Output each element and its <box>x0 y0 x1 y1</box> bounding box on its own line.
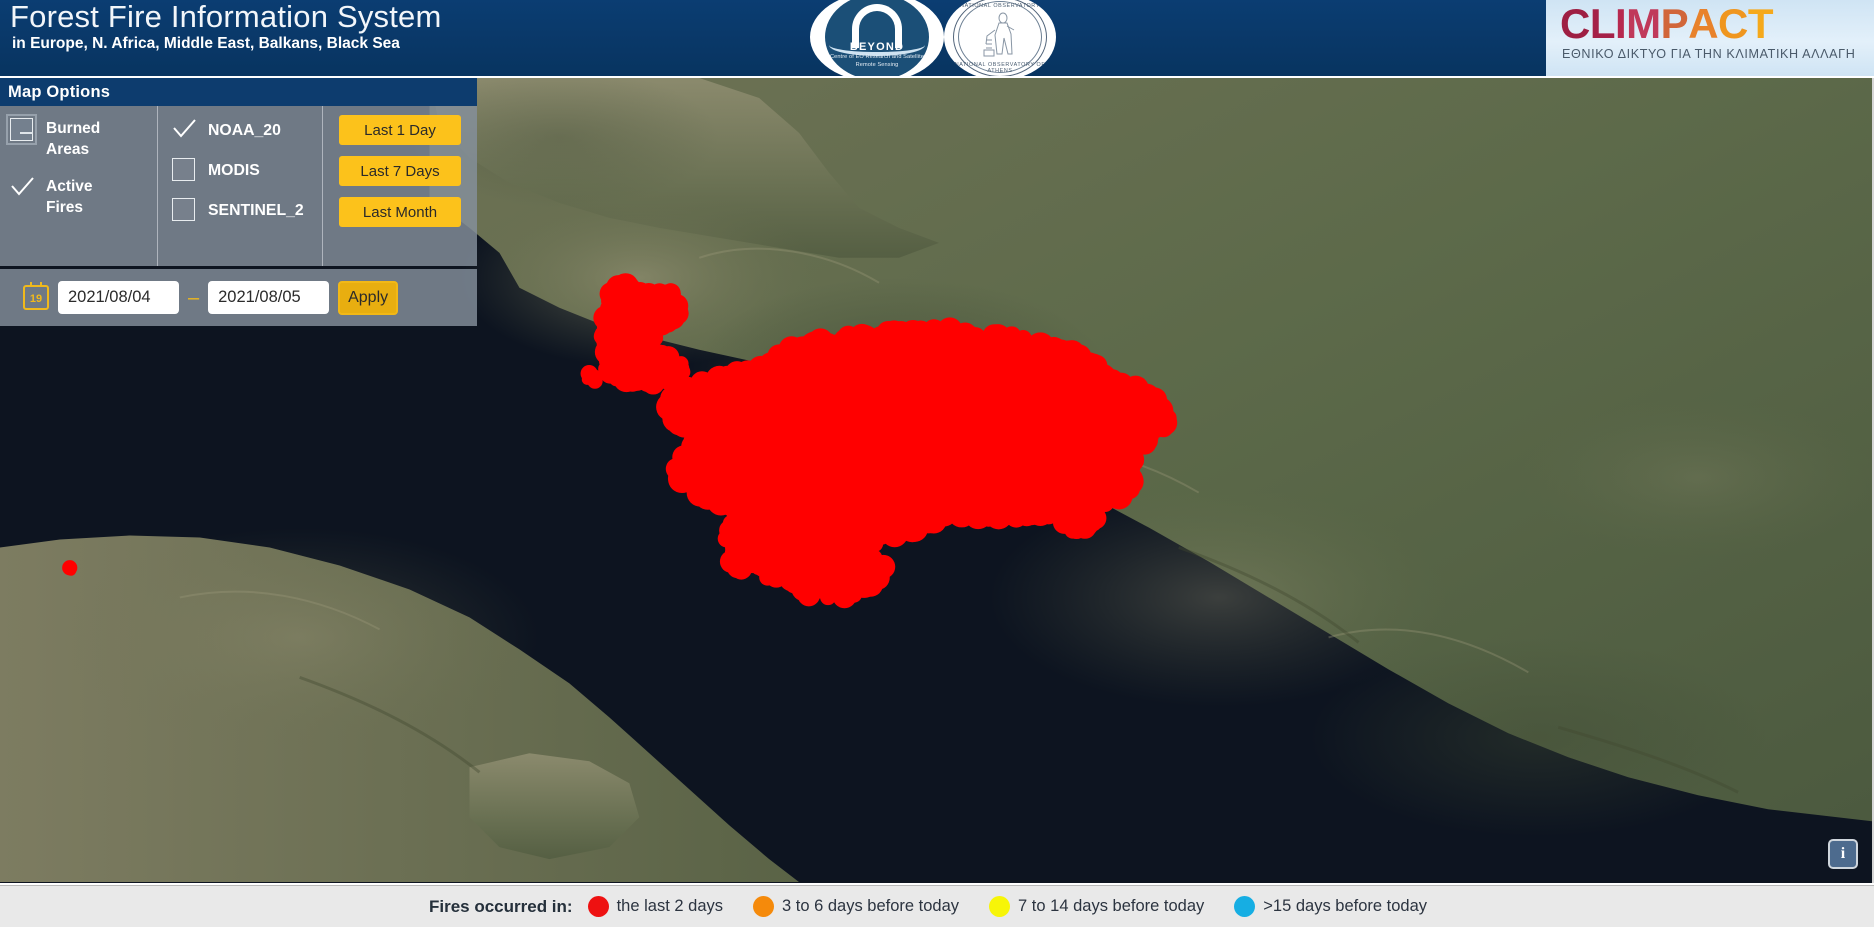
climpact-logo-subtitle: ΕΘΝΙΚΟ ΔΙΚΤΥΟ ΓΙΑ ΤΗΝ ΚΛΙΜΑΤΙΚΗ ΑΛΛΑΓΗ <box>1562 47 1855 61</box>
climpact-logo-word: CLIMPACT <box>1560 1 1773 47</box>
quick-range-column: Last 1 Day Last 7 Days Last Month <box>323 106 477 266</box>
map-viewport[interactable]: Map Options Burned Areas <box>0 78 1874 883</box>
end-date-input[interactable] <box>208 281 329 314</box>
date-range-bar[interactable]: 19 – Apply <box>0 269 477 326</box>
legend-label-over-15-days: >15 days before today <box>1263 897 1427 916</box>
legend-label-3-to-6-days: 3 to 6 days before today <box>782 897 959 916</box>
sensors-column: NOAA_20 MODIS SENTINEL_2 <box>157 106 323 266</box>
sensor-toggle-modis[interactable]: MODIS <box>168 156 322 186</box>
checkbox-burned-areas[interactable] <box>6 116 36 146</box>
climpact-letter: P <box>1661 1 1689 47</box>
legend-label-7-to-14-days: 7 to 14 days before today <box>1018 897 1204 916</box>
date-range-separator: – <box>188 288 199 308</box>
checkbox-empty-icon <box>172 158 195 181</box>
legend-item-3-to-6-days: 3 to 6 days before today <box>753 896 959 917</box>
beyond-logo-tagline: Centre of EO Research and Satellite Remo… <box>825 54 929 69</box>
quick-range-last-month[interactable]: Last Month <box>339 197 461 227</box>
beyond-logo: BEYOND Centre of EO Research and Satelli… <box>810 0 944 76</box>
sensor-label-sentinel-2: SENTINEL_2 <box>208 196 304 226</box>
layer-toggle-active-fires[interactable]: Active Fires <box>6 174 157 218</box>
checkbox-sentinel-2[interactable] <box>168 196 198 226</box>
climpact-letter: T <box>1748 1 1773 47</box>
checkmark-icon <box>9 174 35 200</box>
noa-top-text: NATIONAL OBSERVATORY <box>944 3 1056 9</box>
checkbox-empty-icon <box>172 198 195 221</box>
climpact-letter: I <box>1615 1 1626 47</box>
legend-item-last-2-days: the last 2 days <box>588 896 723 917</box>
climpact-letter: C <box>1718 1 1748 47</box>
legend-label-last-2-days: the last 2 days <box>617 897 723 916</box>
legend-item-7-to-14-days: 7 to 14 days before today <box>989 896 1204 917</box>
calendar-icon[interactable]: 19 <box>23 285 49 310</box>
page-subtitle: in Europe, N. Africa, Middle East, Balka… <box>10 34 442 54</box>
checkbox-dash-icon <box>10 118 33 141</box>
noa-seal-logo: NATIONAL OBSERVATORY NATIONAL OBSERVATOR… <box>944 0 1056 76</box>
legend-color-swatch-yellow <box>989 896 1010 917</box>
quick-range-last-7-days[interactable]: Last 7 Days <box>339 156 461 186</box>
sensor-toggle-sentinel-2[interactable]: SENTINEL_2 <box>168 196 322 226</box>
checkbox-active-fires[interactable] <box>6 174 36 204</box>
layers-column: Burned Areas Active Fires <box>0 106 157 266</box>
page-root: Forest Fire Information System in Europe… <box>0 0 1874 927</box>
climpact-logo: CLIMPACT ΕΘΝΙΚΟ ΔΙΚΤΥΟ ΓΙΑ ΤΗΝ ΚΛΙΜΑΤΙΚΗ… <box>1546 0 1874 76</box>
sensor-label-noaa-20: NOAA_20 <box>208 116 281 146</box>
calendar-icon-day: 19 <box>25 287 47 308</box>
legend-color-swatch-blue <box>1234 896 1255 917</box>
quick-range-last-1-day[interactable]: Last 1 Day <box>339 115 461 145</box>
climpact-letter: L <box>1590 1 1615 47</box>
beyond-logo-word: BEYOND <box>825 41 929 53</box>
start-date-input[interactable] <box>58 281 179 314</box>
climpact-letter: A <box>1688 1 1718 47</box>
sensor-toggle-noaa-20[interactable]: NOAA_20 <box>168 116 322 146</box>
climpact-letter: C <box>1560 1 1590 47</box>
sensor-label-modis: MODIS <box>208 156 260 186</box>
beyond-logo-disc: BEYOND Centre of EO Research and Satelli… <box>825 0 929 76</box>
legend-item-over-15-days: >15 days before today <box>1234 896 1427 917</box>
legend-title: Fires occurred in: <box>429 897 573 917</box>
checkmark-icon <box>171 116 197 142</box>
page-title: Forest Fire Information System <box>10 0 442 34</box>
map-options-panel[interactable]: Map Options Burned Areas <box>0 78 477 266</box>
app-header: Forest Fire Information System in Europe… <box>0 0 1874 76</box>
legend-color-swatch-orange <box>753 896 774 917</box>
layer-toggle-burned-areas[interactable]: Burned Areas <box>6 116 157 160</box>
checkbox-modis[interactable] <box>168 156 198 186</box>
noa-figure-icon <box>982 10 1018 62</box>
apply-button[interactable]: Apply <box>338 281 398 315</box>
layer-label-active-fires: Active Fires <box>46 174 108 218</box>
climpact-letter: M <box>1626 1 1661 47</box>
info-icon[interactable]: i <box>1828 839 1858 869</box>
map-legend: Fires occurred in: the last 2 days 3 to … <box>0 885 1874 927</box>
title-block: Forest Fire Information System in Europe… <box>10 0 442 54</box>
noa-bottom-text: NATIONAL OBSERVATORY OF ATHENS <box>944 62 1056 74</box>
map-options-body: Burned Areas Active Fires <box>0 106 477 266</box>
map-options-title: Map Options <box>0 78 477 106</box>
checkbox-noaa-20[interactable] <box>168 116 198 146</box>
legend-color-swatch-red <box>588 896 609 917</box>
layer-label-burned-areas: Burned Areas <box>46 116 108 160</box>
